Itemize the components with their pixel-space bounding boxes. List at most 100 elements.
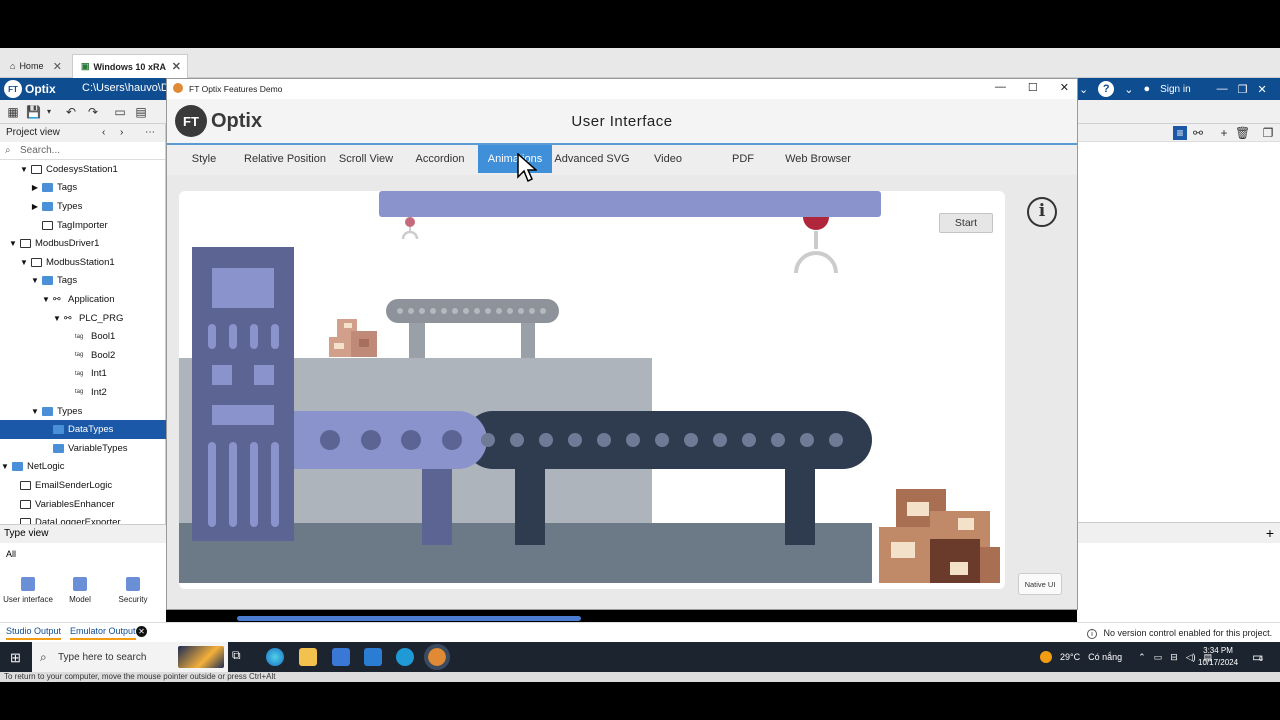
horizontal-scrollbar[interactable] xyxy=(237,616,581,621)
tree-item[interactable]: EmailSenderLogic xyxy=(0,476,166,495)
tab-animations[interactable]: Animations xyxy=(478,145,552,173)
tab-video[interactable]: Video xyxy=(647,145,689,173)
folder-open-icon[interactable]: ▭ xyxy=(113,105,127,119)
tree-item[interactable]: tag Int1 xyxy=(0,365,166,384)
chevron-down-icon[interactable]: ▼ xyxy=(0,462,10,471)
tree-item[interactable]: ▶ Types xyxy=(0,197,166,216)
sign-in-link[interactable]: Sign in xyxy=(1160,84,1191,95)
tab-style[interactable]: Style xyxy=(179,145,229,173)
add-icon[interactable]: + xyxy=(1077,523,1280,543)
tree-item[interactable]: tag Bool2 xyxy=(0,346,166,365)
chevron-right-icon[interactable]: › xyxy=(120,124,123,142)
tree-item[interactable]: ▼ ModbusDriver1 xyxy=(0,234,166,253)
native-ui-button[interactable]: Native UI xyxy=(1018,573,1062,595)
collapse-icon[interactable]: ⋯ xyxy=(145,124,155,142)
tree-item[interactable]: ▼ ⚯ Application xyxy=(0,290,166,309)
tree-item[interactable]: ▼ Tags xyxy=(0,272,166,291)
close-icon[interactable]: ✕ xyxy=(1060,81,1069,94)
start-button[interactable]: Start xyxy=(939,213,993,233)
tree-item[interactable]: ▶ Tags xyxy=(0,179,166,198)
chevron-down-icon[interactable]: ▾ xyxy=(42,105,56,119)
chevron-down-icon[interactable]: ⌄ xyxy=(1079,83,1088,96)
network-icon[interactable]: ▭ xyxy=(1154,652,1163,663)
tree-item[interactable]: DataTypes xyxy=(0,420,166,439)
optix-runtime-icon[interactable] xyxy=(424,644,450,670)
tab-accordion[interactable]: Accordion xyxy=(411,145,469,173)
volume-icon[interactable]: ◁) xyxy=(1186,652,1196,663)
tree-item[interactable]: ▼ CodesysStation1 xyxy=(0,160,166,179)
taskbar-search[interactable]: ⌕ Type here to search xyxy=(32,642,228,672)
tree-item[interactable]: ▼ NetLogic xyxy=(0,458,166,477)
tree-item[interactable]: TagImporter xyxy=(0,216,166,235)
tab-web-browser[interactable]: Web Browser xyxy=(781,145,855,173)
minimize-icon[interactable]: — xyxy=(995,81,1006,94)
close-icon[interactable]: ✕ xyxy=(53,60,62,73)
redo-icon[interactable]: ↷ xyxy=(86,105,100,119)
project-search[interactable]: ⌕ Search... xyxy=(0,142,165,160)
task-view-icon[interactable]: ⧉ xyxy=(232,648,250,666)
tree-item[interactable]: tag Bool1 xyxy=(0,327,166,346)
tree-item[interactable]: tag Int2 xyxy=(0,383,166,402)
file-explorer-icon[interactable] xyxy=(299,648,317,666)
close-icon[interactable]: ✕ xyxy=(1258,83,1267,96)
close-icon[interactable]: ✕ xyxy=(172,60,181,73)
tree-item[interactable]: VariableTypes xyxy=(0,439,166,458)
maximize-icon[interactable]: ☐ xyxy=(1028,81,1038,94)
restore-icon[interactable]: ❐ xyxy=(1238,83,1248,96)
tree-item[interactable]: DataLoggerExporter xyxy=(0,513,166,524)
chevron-up-icon[interactable]: ⌃ xyxy=(1138,652,1146,663)
save-icon[interactable]: 💾 xyxy=(26,105,41,119)
type-view-filter[interactable]: All xyxy=(0,543,166,565)
type-item-user-interface[interactable]: User interface xyxy=(2,577,54,604)
mail-icon[interactable] xyxy=(364,648,382,666)
tree-item-label: Bool1 xyxy=(91,331,116,343)
search-input[interactable]: Search... xyxy=(20,145,60,156)
chevron-down-icon[interactable]: ▼ xyxy=(19,165,29,174)
close-circle-icon[interactable]: ✕ xyxy=(136,626,147,637)
node-icon xyxy=(31,164,42,174)
undo-icon[interactable]: ↶ xyxy=(64,105,78,119)
tree-item[interactable]: ▼ ModbusStation1 xyxy=(0,253,166,272)
list-icon[interactable]: ≡ xyxy=(1173,126,1187,140)
chevron-down-icon[interactable]: ▼ xyxy=(8,239,18,248)
info-icon[interactable]: i xyxy=(1027,197,1057,227)
type-item-security[interactable]: Security xyxy=(107,577,159,604)
chevron-down-icon[interactable]: ▼ xyxy=(19,258,29,267)
chevron-right-icon[interactable]: ▶ xyxy=(30,183,40,192)
chevron-down-icon[interactable]: ▼ xyxy=(30,276,40,285)
remote-tab-home[interactable]: ⌂ Home ✕ xyxy=(2,54,68,78)
chevron-right-icon[interactable]: ▶ xyxy=(30,202,40,211)
copy-icon[interactable]: ❐ xyxy=(1261,126,1275,140)
chevron-down-icon[interactable]: ▼ xyxy=(41,295,51,304)
store-icon[interactable] xyxy=(332,648,350,666)
chevron-down-icon[interactable]: ▼ xyxy=(52,314,62,323)
roller xyxy=(441,308,447,314)
optix-studio-icon[interactable] xyxy=(396,648,414,666)
tab-scroll-view[interactable]: Scroll View xyxy=(335,145,397,173)
battery-icon[interactable]: ⊟ xyxy=(1170,652,1178,663)
chevron-left-icon[interactable]: ‹ xyxy=(102,124,105,142)
user-icon[interactable]: ● xyxy=(1143,83,1150,95)
tab-advanced-svg[interactable]: Advanced SVG xyxy=(553,145,631,173)
grid-icon[interactable]: ▦ xyxy=(6,105,20,119)
edge-icon[interactable] xyxy=(266,648,284,666)
tab-relative-position[interactable]: Relative Position xyxy=(241,145,329,173)
help-icon[interactable]: ? xyxy=(1098,81,1115,97)
studio-output-tab[interactable]: Studio Output xyxy=(6,626,62,640)
delete-icon[interactable]: 🗑 xyxy=(1235,126,1250,140)
tree-item[interactable]: ▼ Types xyxy=(0,402,166,421)
table-icon[interactable]: ▤ xyxy=(134,105,148,119)
remote-tab-windows[interactable]: ▣ Windows 10 xRA ✕ xyxy=(72,54,188,78)
chevron-down-icon[interactable]: ⌄ xyxy=(1124,83,1133,96)
type-item-model[interactable]: Model xyxy=(54,577,106,604)
system-clock[interactable]: 3:34 PM 10/17/2024 xyxy=(1198,645,1238,669)
add-icon[interactable]: + xyxy=(1217,126,1231,140)
tree-item[interactable]: VariablesEnhancer xyxy=(0,495,166,514)
hierarchy-icon[interactable]: ⚯ xyxy=(1191,126,1205,140)
chevron-down-icon[interactable]: ▼ xyxy=(30,407,40,416)
minimize-icon[interactable]: — xyxy=(1217,83,1228,95)
tree-item[interactable]: ▼ ⚯ PLC_PRG xyxy=(0,309,166,328)
emulator-output-tab[interactable]: Emulator Output xyxy=(70,626,136,640)
windows-start-icon[interactable]: ⊞ xyxy=(10,650,21,666)
tab-pdf[interactable]: PDF xyxy=(725,145,761,173)
